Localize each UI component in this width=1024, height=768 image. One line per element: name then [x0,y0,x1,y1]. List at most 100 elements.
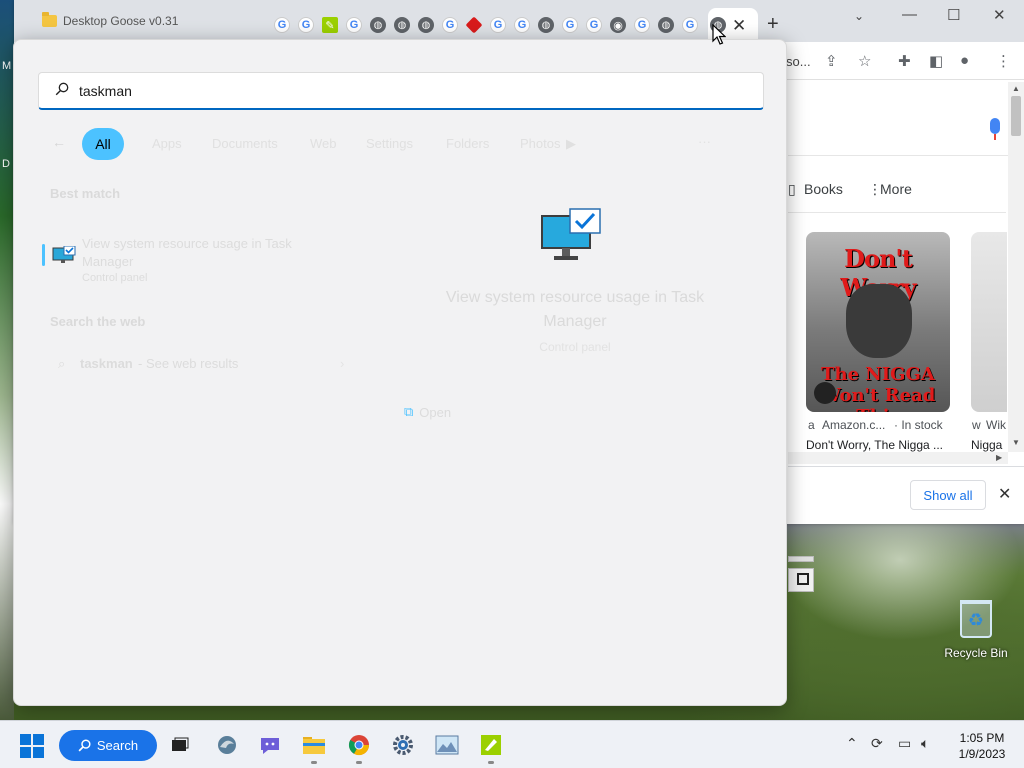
network-display-icon[interactable]: ▭ [898,735,911,752]
recycle-bin-desktop-icon[interactable]: ♻ Recycle Bin [944,600,1008,660]
result-title[interactable]: Don't Worry, The Nigga ... [806,438,943,452]
filter-apps[interactable]: Apps [152,136,182,151]
minimize-icon[interactable]: — [902,6,917,23]
tab-google-icon[interactable]: G [634,17,650,33]
tab-globe-icon[interactable]: ◍ [418,17,434,33]
tab-search-chevron-icon[interactable]: ⌄ [854,9,864,23]
close-tab-icon[interactable]: ✕ [732,16,746,36]
photos-app-icon[interactable] [435,733,459,757]
bookmark-star-icon[interactable]: ☆ [858,52,871,70]
chrome-icon[interactable] [347,733,371,757]
result-source[interactable]: Amazon.c... [822,418,885,432]
volume-icon[interactable]: 🔈︎ [921,735,929,752]
search-input[interactable] [79,79,739,103]
filter-web[interactable]: Web [310,136,337,151]
taskbar-search-label: Search [96,738,139,753]
web-suggestion-bold[interactable]: taskman [80,356,133,371]
filter-settings[interactable]: Settings [366,136,413,151]
second-result-image[interactable] [971,232,1007,412]
google-search-bar-partial[interactable] [788,100,1024,156]
address-bar-partial[interactable]: so... [786,54,811,69]
web-search-icon: ⌕ [58,356,66,371]
tab-goose-icon[interactable]: ✎ [322,17,338,33]
back-arrow-icon[interactable]: ← [52,134,66,150]
result-stock: · In stock [894,418,943,432]
system-clock[interactable]: 1:05 PM 1/9/2023 [952,730,1012,762]
tab-ruby-icon[interactable] [465,16,483,34]
tab-google-icon[interactable]: G [562,17,578,33]
chevron-right-icon[interactable]: › [340,356,344,371]
more-options-icon[interactable]: ··· [698,134,711,149]
tab-globe-icon[interactable]: ◍ [538,17,554,33]
filter-photos[interactable]: Photos [520,136,560,151]
settings-gear-icon[interactable] [391,733,415,757]
voice-search-mic-icon[interactable] [990,118,1000,140]
scrollbar-thumb[interactable] [1011,96,1021,136]
search-box[interactable] [38,72,764,110]
result2-source[interactable]: Wik [986,418,1006,432]
search-icon [78,739,91,752]
filter-play-icon[interactable]: ▶ [566,136,576,152]
tab-globe-icon[interactable]: ◍ [658,17,674,33]
task-manager-large-icon [541,208,601,260]
tab-google-icon[interactable]: G [274,17,290,33]
tab-google-icon[interactable]: G [514,17,530,33]
taskbar-search-button[interactable]: Search [59,730,157,761]
dismiss-close-icon[interactable]: ✕ [998,484,1011,504]
show-hidden-icons-chevron-icon[interactable]: ⌃ [846,735,858,752]
tab-google-icon[interactable]: G [346,17,362,33]
share-icon[interactable]: ⇪ [825,52,838,70]
scroll-down-icon[interactable]: ▼ [1012,438,1020,447]
filter-all[interactable]: All [82,128,124,160]
scroll-up-icon[interactable]: ▲ [1012,84,1020,93]
tab-globe-icon[interactable]: ◍ [370,17,386,33]
goose-app-icon[interactable] [479,733,503,757]
running-indicator [356,761,362,764]
web-suggestion-rest[interactable]: - See web results [138,356,238,371]
search-web-heading: Search the web [50,314,146,329]
side-panel-icon[interactable]: ◧ [929,52,943,70]
tab-google-icon[interactable]: G [682,17,698,33]
menu-kebab-icon[interactable]: ⋮ [996,52,1011,70]
search-filter-bar: ← All Apps Documents Web Settings Folder… [48,128,768,160]
open-action[interactable]: ⧉ Open [404,404,451,420]
profile-avatar-icon[interactable]: ● [960,52,969,69]
tab-google-icon[interactable]: G [298,17,314,33]
tab-google-icon[interactable]: G [490,17,506,33]
filter-documents[interactable]: Documents [212,136,278,151]
tab-google-icon[interactable]: G [586,17,602,33]
scroll-right-icon[interactable]: ▶ [996,453,1002,462]
windows-search-panel: ← All Apps Documents Web Settings Folder… [13,39,787,706]
book-result-image[interactable]: Don't Worry The NIGGA Won't Read This [806,232,950,412]
google-nav-books[interactable]: Books [804,181,843,197]
tab-chrome-icon[interactable]: ◉ [610,17,626,33]
extensions-puzzle-icon[interactable]: ✚ [898,52,911,70]
maximize-icon[interactable]: ☐ [947,6,960,24]
filter-folders[interactable]: Folders [446,136,489,151]
horizontal-scrollbar[interactable]: ▶ [788,452,1008,464]
result2-title[interactable]: Nigga [971,438,1002,452]
nav-divider [788,212,1006,213]
show-all-button[interactable]: Show all [910,480,986,510]
start-windows-icon[interactable] [20,734,44,758]
tab-globe-icon[interactable]: ◍ [394,17,410,33]
teams-chat-icon[interactable] [258,733,282,757]
tab-google-icon[interactable]: G [442,17,458,33]
recycle-bin-icon: ♻ [960,600,992,638]
new-tab-icon[interactable]: + [767,13,779,36]
detail-subtitle: Control panel [539,340,611,354]
file-explorer-icon[interactable] [302,733,326,757]
edge-browser-icon[interactable] [215,733,239,757]
best-match-result[interactable]: View system resource usage in Task Manag… [42,236,382,288]
selection-indicator [42,244,45,266]
sync-alert-icon[interactable]: ⟳ [871,735,883,752]
window-title-text: Desktop Goose v0.31 [63,14,179,28]
vertical-scrollbar[interactable]: ▲ ▼ [1008,82,1024,452]
google-nav-more[interactable]: More [880,181,912,197]
books-tab-icon[interactable]: ▯ [788,181,796,198]
restore-window-button[interactable] [788,568,814,592]
window-title-desktop-goose[interactable]: Desktop Goose v0.31 [34,4,259,38]
task-view-icon[interactable] [168,733,192,757]
book-cover-portrait [846,284,912,358]
close-window-icon[interactable]: ✕ [993,6,1006,24]
